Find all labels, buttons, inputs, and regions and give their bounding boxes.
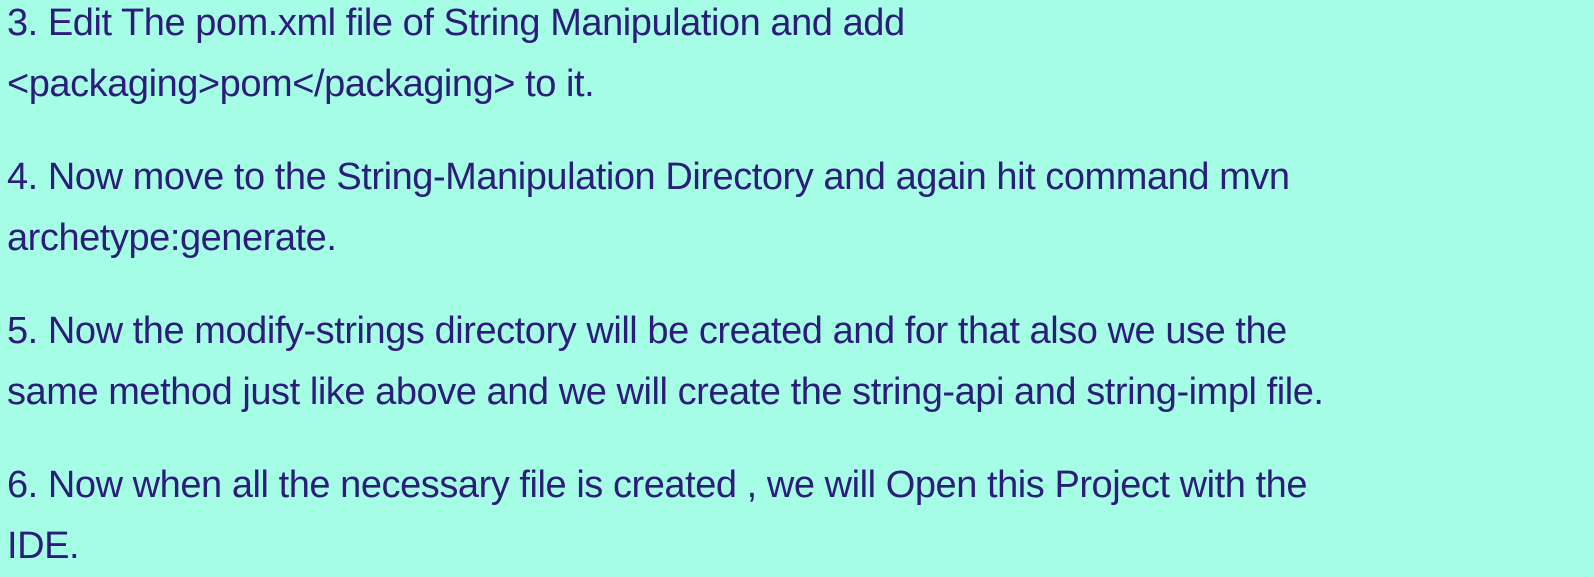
step-5-line-2: same method just like above and we will … bbox=[7, 371, 1324, 413]
step-3-line-2: <packaging>pom</packaging> to it. bbox=[7, 63, 595, 105]
step-4: 4. Now move to the String-Manipulation D… bbox=[7, 147, 1594, 269]
document-page: 3. Edit The pom.xml file of String Manip… bbox=[0, 0, 1594, 570]
step-3: 3. Edit The pom.xml file of String Manip… bbox=[7, 0, 1594, 115]
step-5: 5. Now the modify-strings directory will… bbox=[7, 301, 1594, 423]
step-3-line-1: 3. Edit The pom.xml file of String Manip… bbox=[7, 2, 905, 44]
step-4-line-1: 4. Now move to the String-Manipulation D… bbox=[7, 156, 1290, 198]
step-6: 6. Now when all the necessary file is cr… bbox=[7, 455, 1594, 577]
step-6-line-2: IDE. bbox=[7, 525, 80, 567]
step-5-line-1: 5. Now the modify-strings directory will… bbox=[7, 310, 1287, 352]
instruction-steps: 3. Edit The pom.xml file of String Manip… bbox=[7, 0, 1594, 577]
step-4-line-2: archetype:generate. bbox=[7, 217, 337, 259]
step-6-line-1: 6. Now when all the necessary file is cr… bbox=[7, 464, 1308, 506]
